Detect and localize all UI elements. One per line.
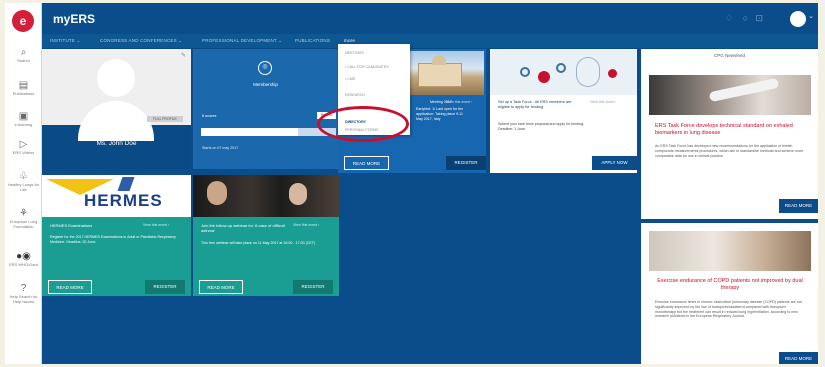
profile-name: Ms. John Doe — [96, 140, 137, 147]
event-text-line: application: Taking place 9-11 — [416, 112, 464, 116]
view-event-link[interactable]: View this event › — [143, 223, 169, 228]
read-more-button[interactable]: READ MORE — [344, 156, 389, 170]
task-force-body: Submit your task force proposal and appl… — [498, 122, 585, 131]
task-force-card: Set up a Task Force - All ERS members ar… — [490, 49, 637, 173]
app-title[interactable]: myERS — [53, 12, 95, 26]
profile-photo-placeholder: ✎ FULL PROFILE — [42, 49, 191, 141]
full-profile-button[interactable]: FULL PROFILE — [147, 116, 183, 122]
article-body: An ERS Task Force has developed new reco… — [655, 144, 804, 158]
main-nav: INSTITUTE ⌄ CONGRESS AND CONFERENCES ⌄ P… — [42, 34, 818, 49]
webinar-card: Join the follow-up webinar for 'A case o… — [193, 175, 339, 296]
settings-icon[interactable]: ○ — [743, 13, 748, 23]
event-image — [400, 51, 484, 95]
hermes-logo-text: HERMES — [84, 191, 163, 210]
read-more-button[interactable]: READ MORE — [199, 280, 243, 294]
highlight-annotation — [317, 106, 409, 142]
sidebar-item-healthy-lungs[interactable]: ♧ Healthy Lungs for Life — [5, 171, 42, 192]
bell-icon[interactable]: ♢ — [725, 13, 733, 24]
search-icon: ⌕ — [20, 47, 27, 58]
view-event-link[interactable]: View this event › — [293, 223, 319, 228]
publications-icon: ▤ — [18, 80, 29, 91]
chevron-down-icon[interactable]: ⌄ — [808, 12, 814, 20]
menu-item-research[interactable]: RESEARCH — [345, 93, 365, 97]
menu-item-meetings[interactable]: MEETINGS — [345, 51, 364, 55]
nav-more[interactable]: more — [344, 38, 355, 43]
globe-icon: ◎ — [258, 61, 272, 75]
hermes-card: HERMES HERMES Examinations View this eve… — [42, 175, 191, 296]
article-title[interactable]: Exercise endurance of COPD patients not … — [655, 278, 805, 292]
membership-card: ◎ Membership 6 scores Renew Starts on 07… — [193, 49, 338, 169]
hermes-logo-image: HERMES — [42, 175, 191, 217]
menu-item-call-for-candidates[interactable]: • CALL FOR CANDIDATES — [345, 65, 389, 69]
lungs-icon: ♧ — [19, 171, 28, 182]
user-avatar[interactable] — [790, 11, 806, 27]
sidebar-item-who[interactable]: ●◉ ERS WHO/Gard — [5, 251, 42, 267]
ers-who-icon: ●◉ — [16, 251, 31, 262]
membership-progress-track — [201, 128, 336, 136]
webinar-title: Join the follow-up webinar for 'A case o… — [201, 223, 285, 233]
help-icon: ? — [20, 283, 27, 294]
article-image — [649, 231, 811, 271]
read-more-button[interactable]: READ MORE — [48, 280, 92, 294]
news-panel: CPG Newsfeed ERS Task Force develops tec… — [641, 49, 818, 364]
panel-divider — [641, 219, 818, 223]
sidebar-item-publications[interactable]: ▤ Publications — [5, 80, 42, 96]
nav-institute[interactable]: INSTITUTE ⌄ — [50, 38, 80, 44]
membership-status: Starts on 07 may 2017 — [202, 146, 239, 150]
ers-logo[interactable]: e — [12, 10, 34, 32]
sidebar-item-help[interactable]: ? Help Search for Help Issues — [5, 283, 42, 304]
register-button[interactable]: REGISTER — [446, 156, 486, 170]
view-event-link[interactable]: View this event › — [590, 100, 616, 105]
profile-card: ✎ FULL PROFILE Ms. John Doe — [42, 49, 191, 169]
webinar-body: This free webinar will take place on 11 … — [201, 241, 316, 245]
sidebar-item-lung-foundation[interactable]: ⚘ European Lung Foundation — [5, 208, 42, 229]
webinar-image — [193, 175, 339, 217]
nav-congress[interactable]: CONGRESS AND CONFERENCES ⌄ — [100, 38, 182, 44]
news-panel-header: CPG Newsfeed — [713, 53, 745, 58]
membership-score: 6 scores — [202, 114, 217, 118]
sidebar: e ⌕ Search ▤ Publications ▣ e-learning ▷… — [5, 3, 42, 364]
event-headline: Meeting 2017 — [430, 100, 452, 104]
hermes-title: HERMES Examinations — [50, 223, 93, 228]
sidebar-item-videos[interactable]: ▷ ERS Videos — [5, 139, 42, 155]
task-force-image — [490, 49, 637, 95]
article-image — [649, 75, 811, 115]
event-text-line: May 2017, Italy — [416, 117, 441, 121]
sidebar-item-elearning[interactable]: ▣ e-learning — [5, 111, 42, 127]
edit-icon[interactable]: ✎ — [181, 52, 186, 59]
event-text-line: Earlybird: 1/ Last open for the — [416, 107, 464, 111]
task-force-title: Set up a Task Force - All ERS members ar… — [498, 100, 572, 109]
nav-professional-development[interactable]: PROFESSIONAL DEVELOPMENT ⌄ — [202, 38, 282, 44]
apply-now-button[interactable]: APPLY NOW — [592, 156, 637, 170]
membership-progress-fill — [201, 128, 299, 136]
menu-item-cme[interactable]: • CME — [345, 77, 355, 81]
avatar-body — [78, 101, 154, 141]
read-more-button[interactable]: READ MORE — [779, 199, 818, 213]
avatar-head — [97, 59, 135, 97]
top-bar: myERS ♢ ○ ⊡ ⌄ — [42, 3, 818, 34]
hermes-body: Register for the 2017 HERMES Examination… — [50, 235, 176, 244]
article-title[interactable]: ERS Task Force develops technical standa… — [655, 123, 805, 137]
foundation-icon: ⚘ — [19, 208, 28, 219]
register-button[interactable]: REGISTER — [145, 280, 185, 294]
app-window: e ⌕ Search ▤ Publications ▣ e-learning ▷… — [5, 3, 818, 364]
read-more-button[interactable]: READ MORE — [779, 352, 818, 364]
register-button[interactable]: REGISTER — [293, 280, 333, 294]
elearning-icon: ▣ — [18, 111, 29, 122]
video-icon: ▷ — [19, 139, 28, 150]
article-body: Exercise endurance times in chronic obst… — [655, 300, 802, 319]
nav-publications[interactable]: PUBLICATIONS — [295, 38, 330, 43]
sidebar-item-search[interactable]: ⌕ Search — [5, 47, 42, 63]
cart-icon[interactable]: ⊡ — [755, 13, 763, 24]
membership-title: Membership — [253, 82, 278, 87]
